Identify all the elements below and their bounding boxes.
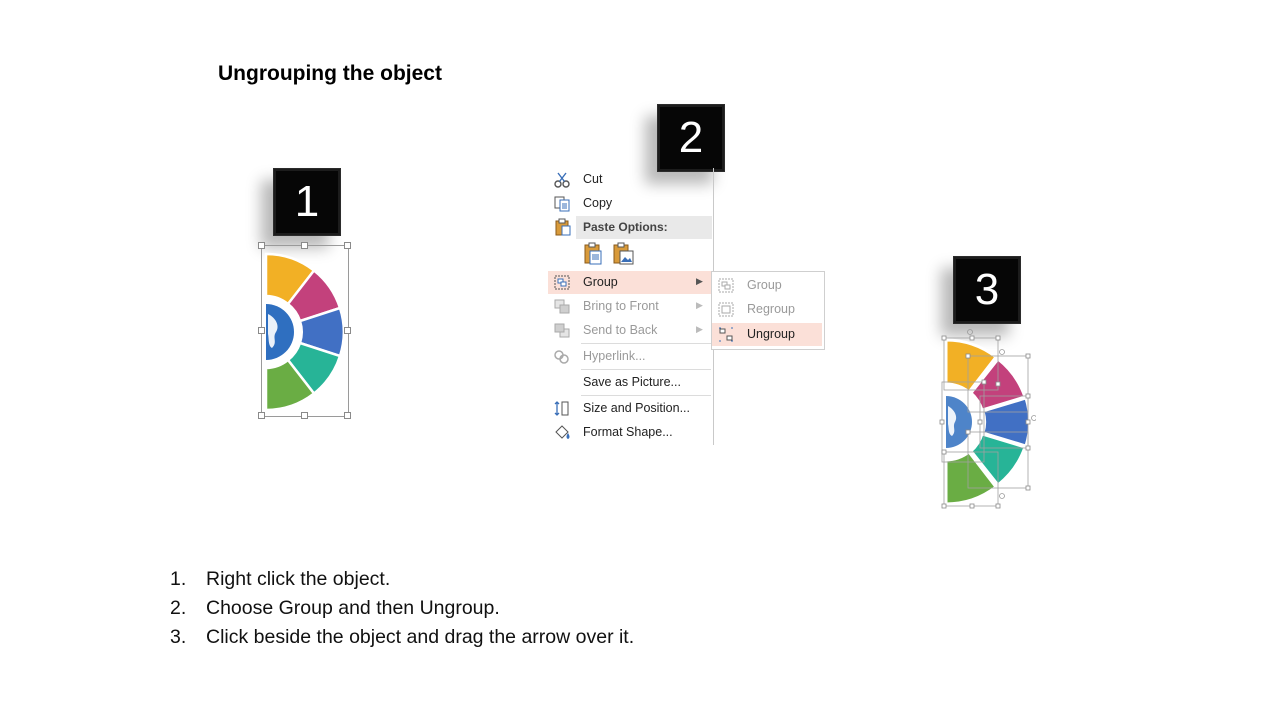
submenu-item-regroup[interactable]: Regroup xyxy=(712,298,822,321)
scissors-icon xyxy=(554,172,570,188)
menu-item-group[interactable]: Group ▶ xyxy=(548,271,712,294)
selection-box xyxy=(261,245,349,417)
send-back-icon xyxy=(554,323,570,338)
paste-keep-formatting-icon[interactable] xyxy=(583,242,605,266)
grouped-diagram-object[interactable] xyxy=(258,240,352,419)
resize-handle[interactable] xyxy=(258,412,265,419)
menu-item-save-as-picture[interactable]: Save as Picture... xyxy=(548,371,712,394)
bring-front-icon xyxy=(554,299,570,314)
menu-item-send-to-back[interactable]: Send to Back ▶ xyxy=(548,319,712,342)
submenu-arrow-icon: ▶ xyxy=(696,324,703,334)
resize-handle[interactable] xyxy=(258,242,265,249)
group-icon xyxy=(718,278,734,293)
menu-item-bring-to-front[interactable]: Bring to Front ▶ xyxy=(548,295,712,318)
ungrouped-half-wheel xyxy=(939,329,1036,509)
submenu-item-ungroup[interactable]: Ungroup xyxy=(712,323,822,346)
menu-item-size-and-position[interactable]: Size and Position... xyxy=(548,397,712,420)
link-icon xyxy=(554,350,569,364)
clipboard-icon xyxy=(555,218,571,236)
menu-item-format-shape[interactable]: Format Shape... xyxy=(548,421,712,444)
menu-item-copy[interactable]: Copy xyxy=(548,192,712,215)
resize-handle[interactable] xyxy=(344,327,351,334)
group-icon xyxy=(554,275,570,290)
resize-handle[interactable] xyxy=(301,242,308,249)
paste-options-header: Paste Options: xyxy=(576,216,712,239)
copy-icon xyxy=(554,196,570,212)
size-position-icon xyxy=(554,401,569,416)
submenu-arrow-icon: ▶ xyxy=(696,276,703,286)
slide-title: Ungrouping the object xyxy=(218,62,442,85)
step-3-badge: 3 xyxy=(953,256,1021,324)
ungrouped-diagram-object[interactable] xyxy=(936,324,1036,514)
paint-bucket-icon xyxy=(555,425,570,439)
context-menu: Cut Copy Paste Options: Group ▶ Bring to… xyxy=(548,168,714,445)
group-submenu: Group Regroup Ungroup xyxy=(711,271,825,350)
resize-handle[interactable] xyxy=(344,412,351,419)
submenu-item-group[interactable]: Group xyxy=(712,274,822,297)
ungroup-icon xyxy=(719,327,733,342)
resize-handle[interactable] xyxy=(258,327,265,334)
menu-item-hyperlink[interactable]: Hyperlink... xyxy=(548,345,712,368)
resize-handle[interactable] xyxy=(301,412,308,419)
step-2-badge: 2 xyxy=(657,104,725,172)
submenu-arrow-icon: ▶ xyxy=(696,300,703,310)
regroup-icon xyxy=(718,302,734,317)
step-1-badge: 1 xyxy=(273,168,341,236)
paste-picture-icon[interactable] xyxy=(612,242,636,266)
resize-handle[interactable] xyxy=(344,242,351,249)
menu-item-cut[interactable]: Cut xyxy=(548,168,712,191)
